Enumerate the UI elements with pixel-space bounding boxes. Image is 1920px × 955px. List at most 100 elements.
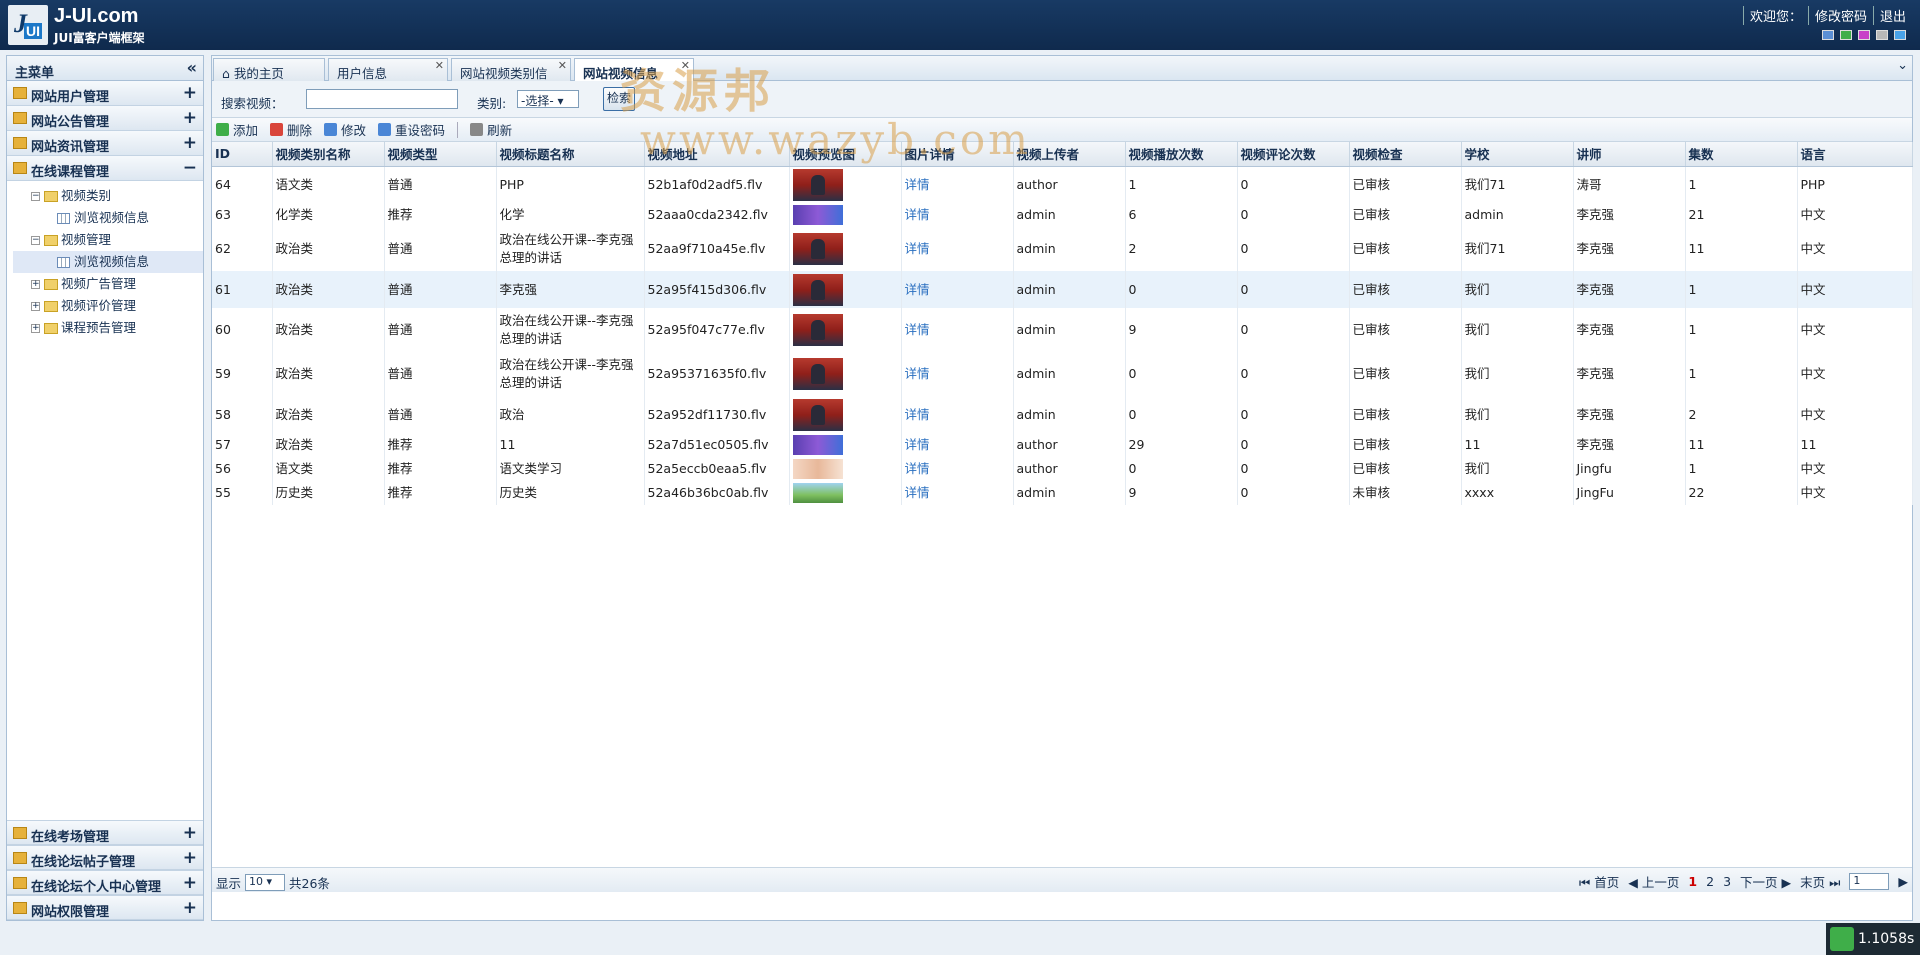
column-header[interactable]: 视频类别名称 [272, 142, 385, 167]
table-cell-detail[interactable]: 详情 [901, 396, 1014, 433]
search-button[interactable]: 检索 [603, 87, 635, 111]
add-icon [216, 123, 229, 136]
tree-node[interactable]: 浏览视频信息 [13, 207, 203, 229]
table-cell-detail[interactable]: 详情 [901, 308, 1014, 352]
tree-toggle-icon[interactable]: − [31, 192, 40, 201]
tab-home[interactable]: ⌂ 我的主页 [213, 58, 325, 81]
tree-toggle-icon[interactable]: + [31, 280, 40, 289]
page-input[interactable]: 1 [1849, 873, 1890, 890]
tree-node[interactable]: 浏览视频信息 [13, 251, 203, 273]
column-header[interactable]: 视频类型 [384, 142, 497, 167]
table-row[interactable]: 61 政治类 普通 李克强 52a95f415d306.flv 详情 admin 0 0 已审核我… [212, 271, 1913, 308]
edit-button[interactable]: 修改 [324, 120, 366, 139]
column-header[interactable]: 集数 [1685, 142, 1798, 167]
column-header[interactable]: 图片详情 [901, 142, 1014, 167]
tree-node[interactable]: + 视频广告管理 [13, 273, 203, 295]
menu-group[interactable]: 在线考场管理 + [7, 820, 203, 845]
menu-group[interactable]: 在线课程管理 − [7, 156, 203, 181]
category-select[interactable]: -选择- ▾ [517, 90, 579, 108]
column-header[interactable]: 学校 [1461, 142, 1574, 167]
table-row[interactable]: 60 政治类 普通 政治在线公开课--李克强总理的讲话 52a95f047c77e.fl… [212, 308, 1913, 352]
plus-icon[interactable]: + [183, 848, 197, 868]
menu-group[interactable]: 网站用户管理 + [7, 81, 203, 106]
table-cell-detail[interactable]: 详情 [901, 352, 1014, 396]
column-header[interactable]: ID [212, 142, 273, 167]
column-header[interactable]: 视频地址 [644, 142, 790, 167]
column-header[interactable]: 视频标题名称 [496, 142, 645, 167]
theme-swatch-icon[interactable] [1840, 30, 1852, 40]
page-1-link[interactable]: 1 [1688, 874, 1697, 889]
change-password-link[interactable]: 修改密码 [1807, 6, 1873, 25]
table-row[interactable]: 57 政治类 推荐 11 52a7d51ec0505.flv 详情 author 29 0 已审核… [212, 433, 1913, 457]
plus-icon[interactable]: + [183, 823, 197, 843]
tree-node[interactable]: + 视频评价管理 [13, 295, 203, 317]
table-cell-detail[interactable]: 详情 [901, 166, 1014, 203]
table-row[interactable]: 64 语文类 普通 PHP 52b1af0d2adf5.flv 详情 author 1 0 已审核… [212, 166, 1913, 203]
theme-swatch-icon[interactable] [1858, 30, 1870, 40]
first-page-link[interactable]: ⏮ 首页 [1579, 872, 1619, 891]
menu-group[interactable]: 网站资讯管理 + [7, 131, 203, 156]
reset-password-button[interactable]: 重设密码 [378, 120, 445, 139]
plus-icon[interactable]: + [183, 898, 197, 918]
plus-icon[interactable]: + [183, 108, 197, 128]
tab-list-icon[interactable]: ⌄ [1897, 58, 1908, 73]
table-cell-detail[interactable]: 详情 [901, 481, 1014, 505]
page-size-select[interactable]: 10 ▾ [245, 874, 286, 891]
add-button[interactable]: 添加 [216, 120, 258, 139]
column-header[interactable]: 视频检查 [1349, 142, 1462, 167]
tree-node[interactable]: − 视频管理 [13, 229, 203, 251]
column-header[interactable]: 视频评论次数 [1237, 142, 1350, 167]
theme-swatch-icon[interactable] [1894, 30, 1906, 40]
table-cell-uploader: admin [1013, 271, 1126, 308]
theme-swatch-icon[interactable] [1876, 30, 1888, 40]
table-row[interactable]: 62 政治类 普通 政治在线公开课--李克强总理的讲话 52aa9f710a45e.fl… [212, 227, 1913, 271]
column-header[interactable]: 视频播放次数 [1125, 142, 1238, 167]
tree-node[interactable]: + 课程预告管理 [13, 317, 203, 339]
menu-group[interactable]: 在线论坛个人中心管理 + [7, 870, 203, 895]
table-row[interactable]: 58 政治类 普通 政治 52a952df11730.flv 详情 admin 0 0 已审核 我们… [212, 396, 1913, 433]
table-cell-detail[interactable]: 详情 [901, 433, 1014, 457]
table-cell-detail[interactable]: 详情 [901, 271, 1014, 308]
delete-button[interactable]: 删除 [270, 120, 312, 139]
search-input[interactable] [306, 89, 458, 109]
column-header[interactable]: 语言 [1797, 142, 1913, 167]
table-cell-detail[interactable]: 详情 [901, 457, 1014, 481]
tree-toggle-icon[interactable]: + [31, 324, 40, 333]
go-icon[interactable]: ▶ [1898, 874, 1908, 889]
table-cell-detail[interactable]: 详情 [901, 227, 1014, 271]
column-header[interactable]: 视频上传者 [1013, 142, 1126, 167]
page-2-link[interactable]: 2 [1706, 874, 1714, 889]
close-icon[interactable]: ✕ [435, 59, 444, 72]
table-row[interactable]: 56 语文类 推荐 语文类学习 52a5eccb0eaa5.flv 详情 author 0 0 已… [212, 457, 1913, 481]
next-page-link[interactable]: 下一页 ▶ [1740, 872, 1791, 891]
plus-icon[interactable]: + [183, 133, 197, 153]
last-page-link[interactable]: 末页 ⏭ [1800, 872, 1840, 891]
plus-icon[interactable]: + [183, 873, 197, 893]
tab-user-info[interactable]: 用户信息 ✕ [328, 58, 448, 81]
tab-video-category[interactable]: 网站视频类别信 ✕ [451, 58, 571, 81]
column-header[interactable]: 讲师 [1573, 142, 1686, 167]
plus-icon[interactable]: + [183, 83, 197, 103]
logout-link[interactable]: 退出 [1872, 6, 1912, 25]
table-row[interactable]: 63 化学类 推荐 化学 52aaa0cda2342.flv 详情 admin 6 0 已审核 ad… [212, 203, 1913, 227]
menu-group[interactable]: 在线论坛帖子管理 + [7, 845, 203, 870]
minus-icon[interactable]: − [183, 158, 197, 178]
theme-swatch-icon[interactable] [1822, 30, 1834, 40]
collapse-icon[interactable]: « [187, 58, 197, 77]
table-row[interactable]: 55 历史类 推荐 历史类 52a46b36bc0ab.flv 详情 admin 9 0 未审核 x… [212, 481, 1913, 505]
tree-node[interactable]: − 视频类别 [13, 185, 203, 207]
refresh-button[interactable]: 刷新 [470, 120, 512, 139]
table-row[interactable]: 59 政治类 普通 政治在线公开课--李克强总理的讲话 52a95371635f0.fl… [212, 352, 1913, 396]
column-header[interactable]: 视频预览图 [789, 142, 902, 167]
close-icon[interactable]: ✕ [558, 59, 567, 72]
table-cell-detail[interactable]: 详情 [901, 203, 1014, 227]
menu-group[interactable]: 网站权限管理 + [7, 895, 203, 920]
close-icon[interactable]: ✕ [681, 59, 690, 72]
tab-video-info[interactable]: 网站视频信息 ✕ [574, 58, 694, 82]
page-3-link[interactable]: 3 [1723, 874, 1731, 889]
prev-page-link[interactable]: ◀ 上一页 [1628, 872, 1679, 891]
menu-group[interactable]: 网站公告管理 + [7, 106, 203, 131]
tree-toggle-icon[interactable]: + [31, 302, 40, 311]
logo[interactable]: J UI J-UI.com JUI富客户端框架 [8, 5, 168, 45]
tree-toggle-icon[interactable]: − [31, 236, 40, 245]
